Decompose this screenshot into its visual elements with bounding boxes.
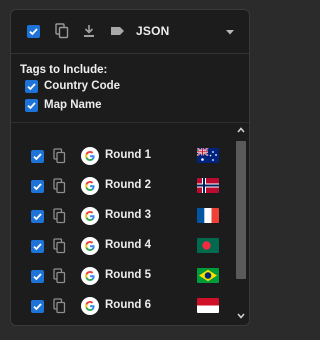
google-icon[interactable] bbox=[81, 297, 99, 320]
google-icon[interactable] bbox=[81, 147, 99, 170]
round-row[interactable]: Round 3 bbox=[11, 201, 233, 231]
round-checkbox[interactable] bbox=[31, 270, 44, 283]
format-select[interactable]: JSON bbox=[136, 24, 169, 38]
flag-norway-icon bbox=[197, 178, 219, 193]
scrollbar[interactable] bbox=[233, 123, 249, 325]
round-name: Round 6 bbox=[105, 299, 151, 311]
round-row[interactable]: Round 6 bbox=[11, 291, 233, 321]
round-row[interactable]: Round 1 bbox=[11, 141, 233, 171]
checkmark-icon bbox=[29, 28, 38, 36]
select-all-checkbox[interactable] bbox=[27, 25, 40, 38]
round-name: Round 4 bbox=[105, 239, 151, 251]
copy-icon[interactable] bbox=[53, 148, 66, 169]
round-checkbox[interactable] bbox=[31, 300, 44, 313]
checkmark-icon bbox=[33, 183, 42, 191]
copy-icon[interactable] bbox=[53, 298, 66, 319]
flag-australia-icon bbox=[197, 148, 219, 163]
scrollbar-thumb[interactable] bbox=[236, 141, 246, 279]
checkmark-icon bbox=[33, 243, 42, 251]
flag-bangladesh-icon bbox=[197, 238, 219, 253]
scroll-up-icon[interactable] bbox=[237, 127, 245, 133]
tag-label: Country Code bbox=[44, 80, 121, 92]
copy-icon[interactable] bbox=[53, 268, 66, 289]
tag-icon[interactable] bbox=[110, 26, 125, 36]
google-icon[interactable] bbox=[81, 267, 99, 290]
tags-section-title: Tags to Include: bbox=[20, 64, 108, 76]
round-name: Round 3 bbox=[105, 209, 151, 221]
round-name: Round 2 bbox=[105, 179, 151, 191]
toolbar: JSON bbox=[11, 10, 249, 54]
flag-indonesia-icon bbox=[197, 298, 219, 313]
round-list: Round 1 Round 2 Round 3 Round 4 Round 5 Round… bbox=[11, 123, 233, 325]
google-icon[interactable] bbox=[81, 177, 99, 200]
round-row[interactable]: Round 2 bbox=[11, 171, 233, 201]
round-checkbox[interactable] bbox=[31, 240, 44, 253]
round-checkbox[interactable] bbox=[31, 150, 44, 163]
checkmark-icon bbox=[33, 153, 42, 161]
round-name: Round 5 bbox=[105, 269, 151, 281]
round-checkbox[interactable] bbox=[31, 180, 44, 193]
checkmark-icon bbox=[33, 213, 42, 221]
tag-label: Map Name bbox=[44, 99, 102, 111]
flag-brazil-icon bbox=[197, 268, 219, 283]
country-code-checkbox[interactable] bbox=[25, 80, 38, 93]
google-icon[interactable] bbox=[81, 207, 99, 230]
copy-icon[interactable] bbox=[53, 178, 66, 199]
checkmark-icon bbox=[33, 303, 42, 311]
copy-icon[interactable] bbox=[53, 208, 66, 229]
checkmark-icon bbox=[27, 102, 36, 110]
round-row[interactable]: Round 5 bbox=[11, 261, 233, 291]
download-icon[interactable] bbox=[83, 24, 95, 38]
checkmark-icon bbox=[27, 83, 36, 91]
round-name: Round 1 bbox=[105, 149, 151, 161]
copy-icon[interactable] bbox=[55, 23, 69, 39]
copy-icon[interactable] bbox=[53, 238, 66, 259]
scroll-down-icon[interactable] bbox=[237, 313, 245, 319]
round-checkbox[interactable] bbox=[31, 210, 44, 223]
round-row[interactable]: Round 7 bbox=[11, 321, 233, 325]
map-name-checkbox[interactable] bbox=[25, 99, 38, 112]
checkmark-icon bbox=[33, 273, 42, 281]
chevron-down-icon[interactable] bbox=[226, 30, 234, 35]
round-row[interactable]: Round 4 bbox=[11, 231, 233, 261]
flag-france-icon bbox=[197, 208, 219, 223]
google-icon[interactable] bbox=[81, 237, 99, 260]
export-panel: JSON Tags to Include: Country Code Map N… bbox=[10, 9, 250, 326]
